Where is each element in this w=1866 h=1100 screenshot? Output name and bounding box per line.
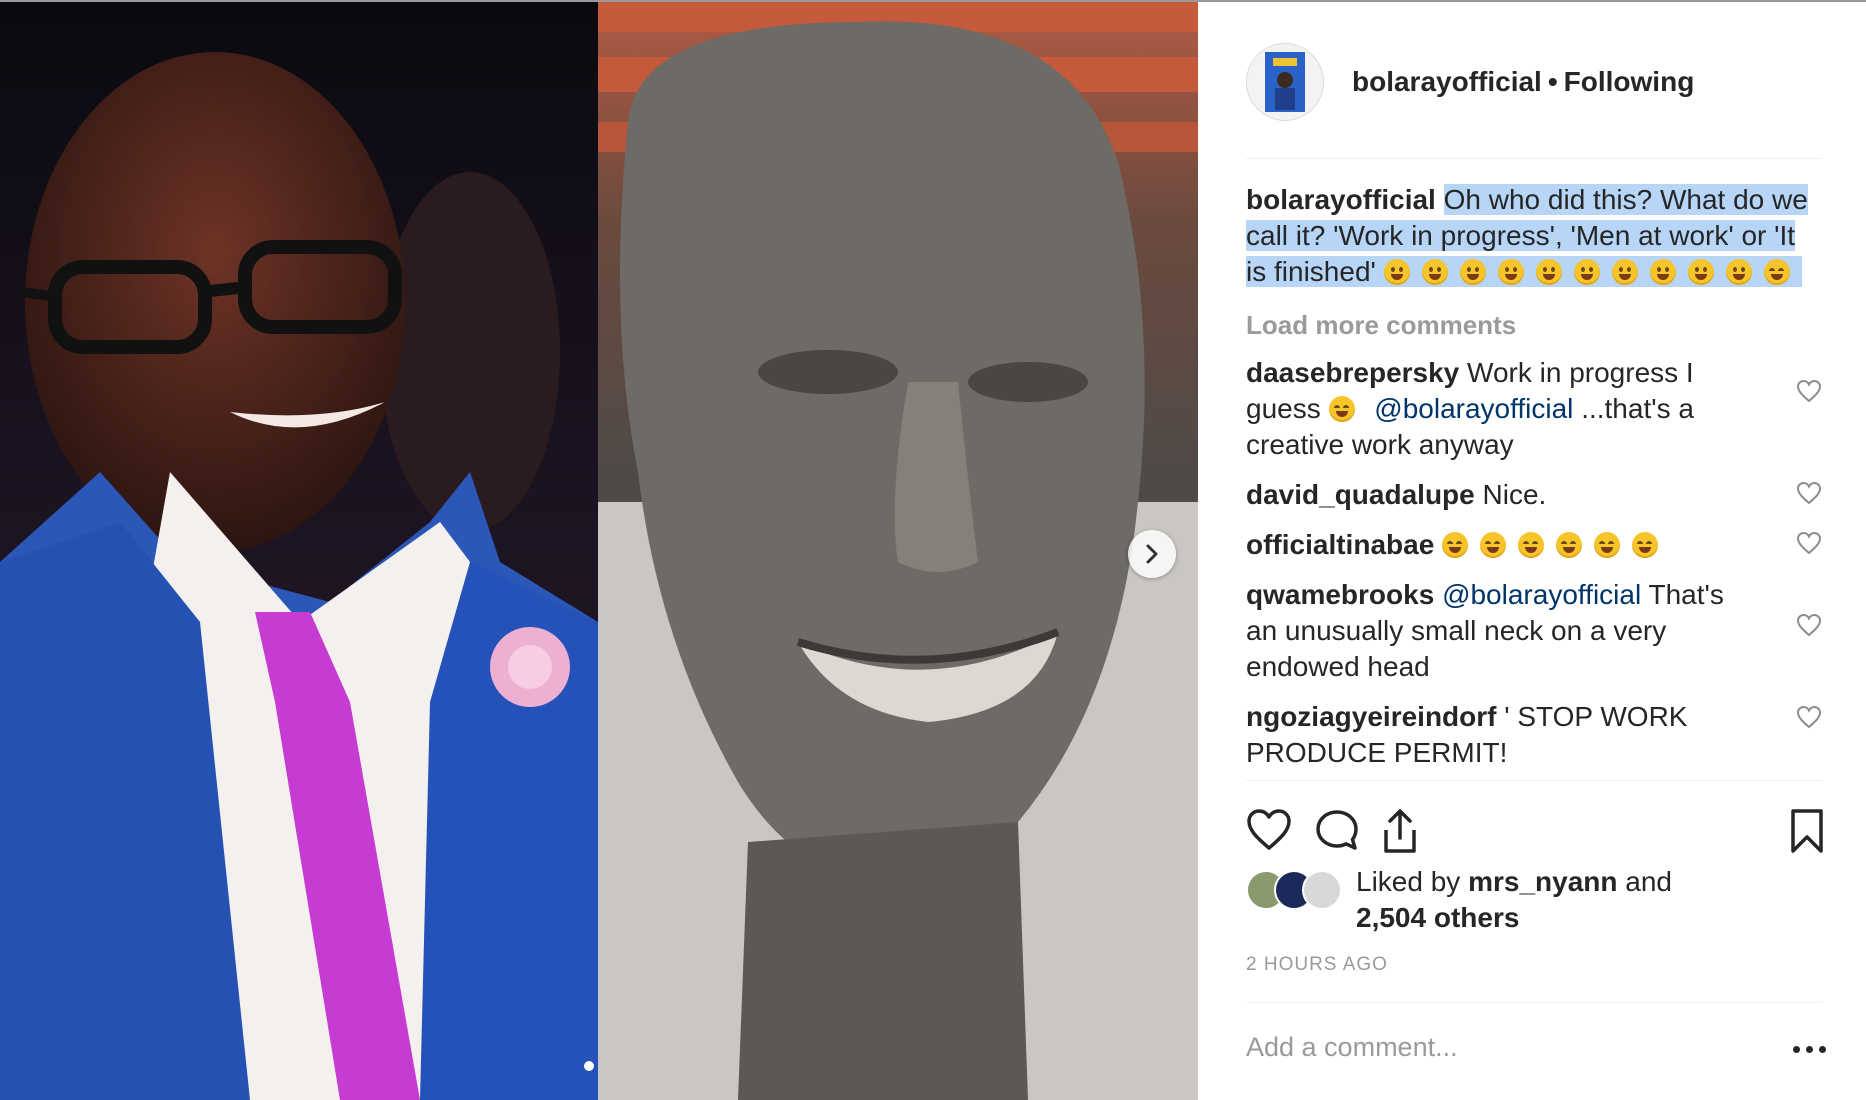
more-options-icon[interactable] xyxy=(1793,1046,1827,1054)
post-detail-panel: bolarayofficial • Following bolarayofficia… xyxy=(1198,2,1866,1100)
comment-icon[interactable] xyxy=(1314,808,1360,852)
load-more-comments-button[interactable]: Load more comments xyxy=(1246,310,1822,341)
next-photo-button[interactable] xyxy=(1128,530,1176,578)
post-media[interactable] xyxy=(0,2,1198,1100)
photo-man-in-suit xyxy=(0,2,598,1100)
grinning-face-emoji xyxy=(1497,259,1524,285)
comment-username[interactable]: ngoziagyeireindorf xyxy=(1246,701,1496,732)
grinning-face-emoji xyxy=(1573,259,1600,285)
liked-by-others[interactable]: 2,504 others xyxy=(1356,902,1519,933)
bookmark-icon[interactable] xyxy=(1790,808,1824,854)
post-actions-bar xyxy=(1246,808,1824,858)
liker-avatars[interactable] xyxy=(1246,870,1342,910)
following-status[interactable]: Following xyxy=(1564,66,1695,97)
face-with-tears-of-joy-emoji xyxy=(1442,532,1469,558)
caption-emojis xyxy=(1383,256,1802,287)
grinning-face-emoji xyxy=(1611,259,1638,285)
comment-username[interactable]: daasebrepersky xyxy=(1246,357,1459,388)
profile-avatar[interactable] xyxy=(1246,43,1324,121)
face-with-tears-of-joy-emoji xyxy=(1556,532,1583,558)
face-with-tears-of-joy-emoji xyxy=(1328,396,1355,422)
like-comment-heart-icon[interactable] xyxy=(1796,531,1822,555)
header-separator: • xyxy=(1547,66,1558,97)
share-icon[interactable] xyxy=(1380,808,1420,854)
likes-summary: Liked by mrs_nyann and 2,504 others xyxy=(1246,864,1822,944)
comment-item: daasebrepersky Work in progress I guess … xyxy=(1246,355,1822,463)
like-comment-heart-icon[interactable] xyxy=(1796,481,1822,505)
like-comment-heart-icon[interactable] xyxy=(1796,613,1822,637)
grinning-face-emoji xyxy=(1383,259,1410,285)
header-username[interactable]: bolarayofficial xyxy=(1352,66,1542,97)
comments-section[interactable]: bolarayofficial Oh who did this? What do… xyxy=(1246,182,1822,780)
comment-item: ngoziagyeireindorf ' STOP WORK PRODUCE P… xyxy=(1246,699,1822,771)
comment-mention[interactable]: @bolarayofficial xyxy=(1442,579,1641,610)
face-with-tears-of-joy-emoji xyxy=(1480,532,1507,558)
comment-username[interactable]: qwamebrooks xyxy=(1246,579,1434,610)
grinning-face-emoji xyxy=(1649,259,1676,285)
comment-text: Nice. xyxy=(1482,479,1547,510)
grinning-face-emoji xyxy=(1459,259,1486,285)
grinning-face-emoji xyxy=(1725,259,1752,285)
grinning-face-emoji xyxy=(1687,259,1714,285)
like-comment-heart-icon[interactable] xyxy=(1796,379,1822,403)
heart-icon[interactable] xyxy=(1246,808,1292,852)
grinning-face-emoji xyxy=(1535,259,1562,285)
carousel-indicator-dot xyxy=(584,1061,594,1071)
liked-by-and: and xyxy=(1625,866,1672,897)
avatar xyxy=(1302,870,1342,910)
comment-mention[interactable]: @bolarayofficial xyxy=(1374,393,1573,424)
footer-divider xyxy=(1246,1002,1822,1003)
face-with-tears-of-joy-emoji xyxy=(1594,532,1621,558)
face-with-tears-of-joy-emoji xyxy=(1632,532,1659,558)
like-comment-heart-icon[interactable] xyxy=(1796,705,1822,729)
face-with-tears-of-joy-emoji xyxy=(1763,259,1790,285)
add-comment-input[interactable]: Add a comment... xyxy=(1246,1032,1458,1063)
comment-username[interactable]: david_quadalupe xyxy=(1246,479,1475,510)
comment-item: officialtinabae xyxy=(1246,527,1822,563)
grinning-face-emoji xyxy=(1421,259,1448,285)
comment-item: david_quadalupe Nice. xyxy=(1246,477,1822,513)
face-with-tears-of-joy-emoji xyxy=(1518,532,1545,558)
photo-clay-bust xyxy=(598,2,1198,1100)
post-header: bolarayofficial • Following xyxy=(1246,42,1822,122)
liked-by-prefix: Liked by xyxy=(1356,866,1461,897)
caption-username[interactable]: bolarayofficial xyxy=(1246,184,1436,215)
header-divider xyxy=(1246,158,1822,159)
comments-divider xyxy=(1246,780,1822,781)
liked-by-username[interactable]: mrs_nyann xyxy=(1468,866,1617,897)
post-timestamp[interactable]: 2 HOURS AGO xyxy=(1246,954,1388,976)
post-caption: bolarayofficial Oh who did this? What do… xyxy=(1246,182,1822,290)
comment-emojis xyxy=(1442,529,1670,560)
comment-item: qwamebrooks @bolarayofficial That's an u… xyxy=(1246,577,1822,685)
comment-username[interactable]: officialtinabae xyxy=(1246,529,1434,560)
chevron-right-icon xyxy=(1146,544,1158,564)
